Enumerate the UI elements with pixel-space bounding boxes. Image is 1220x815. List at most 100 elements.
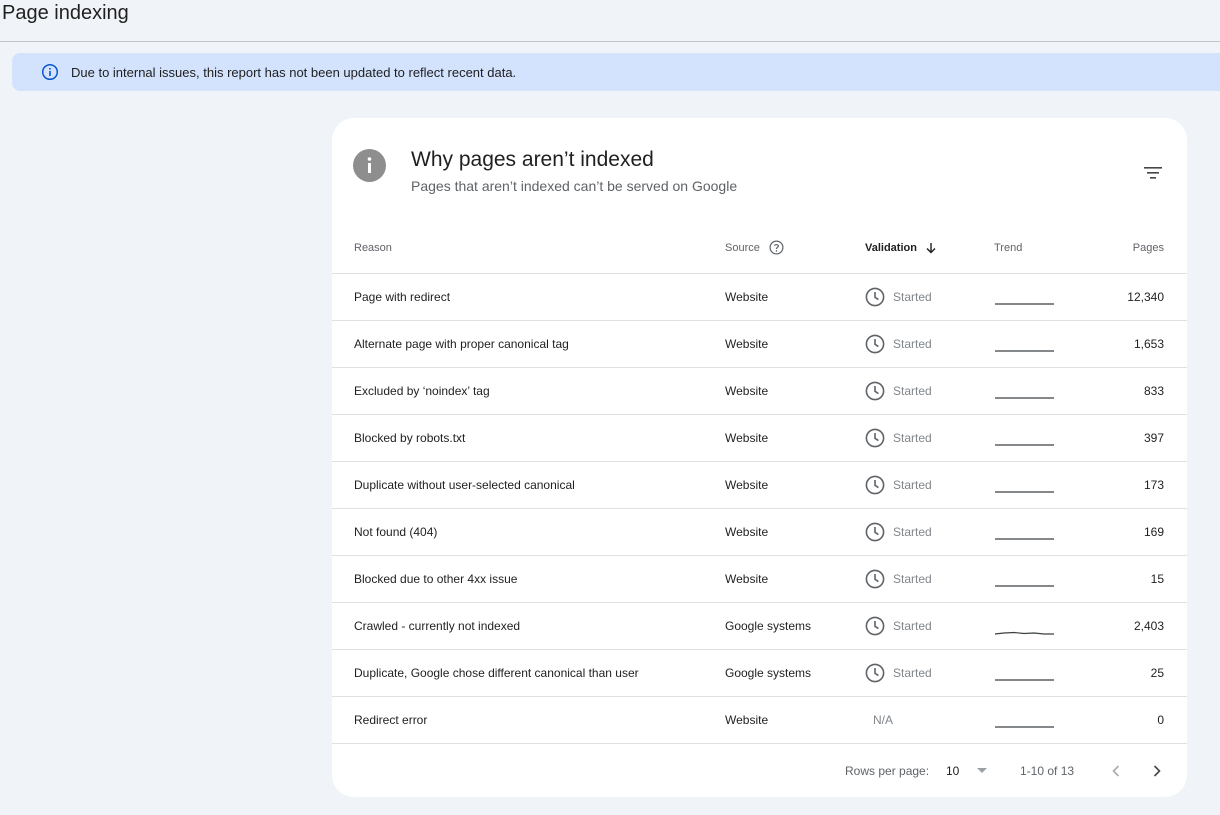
row-source: Website: [725, 384, 769, 398]
row-reason: Blocked due to other 4xx issue: [354, 572, 518, 586]
row-reason: Excluded by ‘noindex’ tag: [354, 384, 490, 398]
row-pages: 173: [1143, 478, 1164, 492]
trend-sparkline: [994, 517, 1056, 552]
row-pages: 397: [1143, 431, 1164, 445]
row-pages: 833: [1143, 384, 1164, 398]
validation-status-label: Started: [893, 431, 932, 445]
table-row[interactable]: Excluded by ‘noindex’ tag Website Starte…: [332, 368, 1187, 415]
row-source: Website: [725, 525, 769, 539]
trend-sparkline: [994, 564, 1056, 599]
header-trend: Trend: [994, 241, 1023, 254]
table-row[interactable]: Redirect error Website N/A 0: [332, 697, 1187, 744]
validation-status-label: Started: [893, 384, 932, 398]
info-banner: Due to internal issues, this report has …: [12, 53, 1220, 91]
pagination: Rows per page: 10 1-10 of 13: [332, 746, 1187, 794]
validation-status-label: Started: [893, 572, 932, 586]
info-icon: [41, 63, 59, 81]
trend-sparkline: [994, 329, 1056, 364]
row-source: Website: [725, 337, 769, 351]
trend-sparkline: [994, 376, 1056, 411]
validation-status: Started: [865, 603, 932, 649]
row-reason: Not found (404): [354, 525, 438, 539]
filter-button[interactable]: [1140, 160, 1166, 186]
clock-icon: [865, 428, 893, 448]
validation-status-label: Started: [893, 619, 932, 633]
validation-status: Started: [865, 274, 932, 320]
header-pages[interactable]: Pages: [1133, 222, 1164, 273]
header-source[interactable]: Source: [725, 222, 784, 273]
dropdown-arrow-icon: [977, 768, 988, 774]
next-page-button[interactable]: [1145, 759, 1169, 783]
table-body: Page with redirect Website Started 12,34…: [332, 274, 1187, 744]
trend-sparkline: [994, 705, 1056, 740]
validation-status-label: Started: [893, 478, 932, 492]
row-source: Website: [725, 713, 769, 727]
validation-status: Started: [865, 509, 932, 555]
clock-icon: [865, 475, 893, 495]
validation-status: Started: [865, 321, 932, 367]
info-icon: [353, 149, 386, 182]
trend-sparkline: [994, 423, 1056, 458]
table-row[interactable]: Blocked due to other 4xx issue Website S…: [332, 556, 1187, 603]
row-pages: 25: [1150, 666, 1164, 680]
rows-per-page-label: Rows per page:: [845, 764, 930, 778]
row-pages: 2,403: [1133, 619, 1164, 633]
title-divider: [0, 41, 1220, 42]
row-source: Website: [725, 478, 769, 492]
row-pages: 1,653: [1133, 337, 1164, 351]
row-pages: 0: [1157, 713, 1164, 727]
table-row[interactable]: Duplicate, Google chose different canoni…: [332, 650, 1187, 697]
clock-icon: [865, 616, 893, 636]
page-title: Page indexing: [2, 2, 129, 24]
table-header: Reason Source Validation Trend Pages: [332, 222, 1187, 274]
table-row[interactable]: Not found (404) Website Started 169: [332, 509, 1187, 556]
validation-status: Started: [865, 368, 932, 414]
row-source: Website: [725, 572, 769, 586]
table-row[interactable]: Duplicate without user-selected canonica…: [332, 462, 1187, 509]
validation-status: N/A: [873, 713, 894, 727]
row-reason: Crawled - currently not indexed: [354, 619, 521, 633]
not-indexed-card: Why pages aren’t indexed Pages that aren…: [332, 118, 1187, 797]
banner-text: Due to internal issues, this report has …: [71, 64, 517, 80]
rows-per-page-select[interactable]: 10: [946, 759, 988, 783]
validation-status: Started: [865, 415, 932, 461]
validation-status: Started: [865, 462, 932, 508]
row-reason: Alternate page with proper canonical tag: [354, 337, 569, 351]
validation-status-label: Started: [893, 666, 932, 680]
table-row[interactable]: Crawled - currently not indexed Google s…: [332, 603, 1187, 650]
row-pages: 15: [1150, 572, 1164, 586]
previous-page-button[interactable]: [1104, 759, 1128, 783]
trend-sparkline: [994, 611, 1056, 646]
validation-status: Started: [865, 650, 932, 696]
validation-status-label: Started: [893, 525, 932, 539]
table-row[interactable]: Alternate page with proper canonical tag…: [332, 321, 1187, 368]
row-reason: Blocked by robots.txt: [354, 431, 466, 445]
row-pages: 169: [1143, 525, 1164, 539]
row-reason: Duplicate without user-selected canonica…: [354, 478, 575, 492]
row-pages: 12,340: [1127, 290, 1164, 304]
pagination-range: 1-10 of 13: [1020, 764, 1075, 778]
header-reason[interactable]: Reason: [354, 222, 392, 273]
clock-icon: [865, 663, 893, 683]
trend-sparkline: [994, 658, 1056, 693]
clock-icon: [865, 287, 893, 307]
validation-status-label: Started: [893, 337, 932, 351]
row-reason: Duplicate, Google chose different canoni…: [354, 666, 639, 680]
table-row[interactable]: Blocked by robots.txt Website Started 39…: [332, 415, 1187, 462]
trend-sparkline: [994, 470, 1056, 505]
trend-sparkline: [994, 282, 1056, 317]
row-source: Google systems: [725, 619, 812, 633]
row-reason: Page with redirect: [354, 290, 451, 304]
chevron-left-icon: [1112, 765, 1120, 777]
clock-icon: [865, 522, 893, 542]
sort-down-arrow-icon: [925, 242, 937, 254]
row-source: Google systems: [725, 666, 812, 680]
help-icon[interactable]: [769, 240, 784, 255]
row-source: Website: [725, 431, 769, 445]
header-validation-label: Validation: [865, 241, 917, 254]
header-validation[interactable]: Validation: [865, 222, 937, 273]
clock-icon: [865, 569, 893, 589]
table-row[interactable]: Page with redirect Website Started 12,34…: [332, 274, 1187, 321]
validation-status: Started: [865, 556, 932, 602]
row-source: Website: [725, 290, 769, 304]
